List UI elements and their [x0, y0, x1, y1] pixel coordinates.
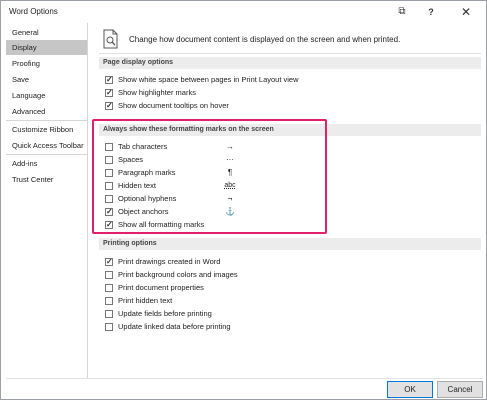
sidebar-item-general[interactable]: General: [6, 25, 87, 40]
sidebar: General Display Proofing Save Language A…: [6, 23, 88, 378]
title-bar: Word Options ⧉ ? ✕: [1, 1, 486, 23]
option-label: Print document properties: [118, 283, 204, 292]
checkbox[interactable]: [105, 271, 113, 279]
checkbox[interactable]: [105, 284, 113, 292]
sidebar-item-customize-ribbon[interactable]: Customize Ribbon: [6, 122, 87, 137]
option-label: Show highlighter marks: [118, 88, 196, 97]
sidebar-divider: [6, 154, 87, 155]
sidebar-item-save[interactable]: Save: [6, 72, 87, 87]
formatting-marks-highlight: [92, 119, 327, 234]
checkbox[interactable]: [105, 87, 113, 99]
option-label: Show document tooltips on hover: [118, 101, 229, 110]
restore-icon[interactable]: ⧉: [389, 4, 415, 20]
sidebar-item-advanced[interactable]: Advanced: [6, 104, 87, 119]
sidebar-item-display[interactable]: Display: [6, 40, 87, 55]
checkbox[interactable]: [105, 74, 113, 86]
section-printing: Printing options: [99, 238, 481, 250]
panel-description: Change how document content is displayed…: [129, 35, 401, 44]
sidebar-item-trust-center[interactable]: Trust Center: [6, 172, 87, 187]
sidebar-item-add-ins[interactable]: Add-ins: [6, 156, 87, 171]
header-divider: [99, 53, 481, 54]
checkbox[interactable]: [105, 297, 113, 305]
cancel-button[interactable]: Cancel: [437, 381, 483, 398]
help-icon[interactable]: ?: [418, 4, 444, 20]
sidebar-divider: [6, 120, 87, 121]
word-options-dialog: Word Options ⧉ ? ✕ General Display Proof…: [0, 0, 487, 400]
sidebar-item-quick-access-toolbar[interactable]: Quick Access Toolbar: [6, 138, 87, 153]
checkbox[interactable]: [105, 323, 113, 331]
ok-button[interactable]: OK: [387, 381, 433, 398]
sidebar-item-proofing[interactable]: Proofing: [6, 56, 87, 71]
option-label: Print background colors and images: [118, 270, 238, 279]
document-magnifier-icon: [103, 29, 118, 49]
option-label: Update fields before printing: [118, 309, 212, 318]
close-icon[interactable]: ✕: [453, 4, 479, 20]
checkbox[interactable]: [105, 256, 113, 268]
option-label: Print drawings created in Word: [118, 257, 221, 266]
option-label: Update linked data before printing: [118, 322, 231, 331]
sidebar-item-language[interactable]: Language: [6, 88, 87, 103]
section-page-display: Page display options: [99, 57, 481, 69]
option-label: Print hidden text: [118, 296, 173, 305]
footer-divider: [6, 378, 483, 379]
window-title: Word Options: [9, 7, 58, 16]
checkbox[interactable]: [105, 100, 113, 112]
checkbox[interactable]: [105, 310, 113, 318]
option-label: Show white space between pages in Print …: [118, 75, 299, 84]
